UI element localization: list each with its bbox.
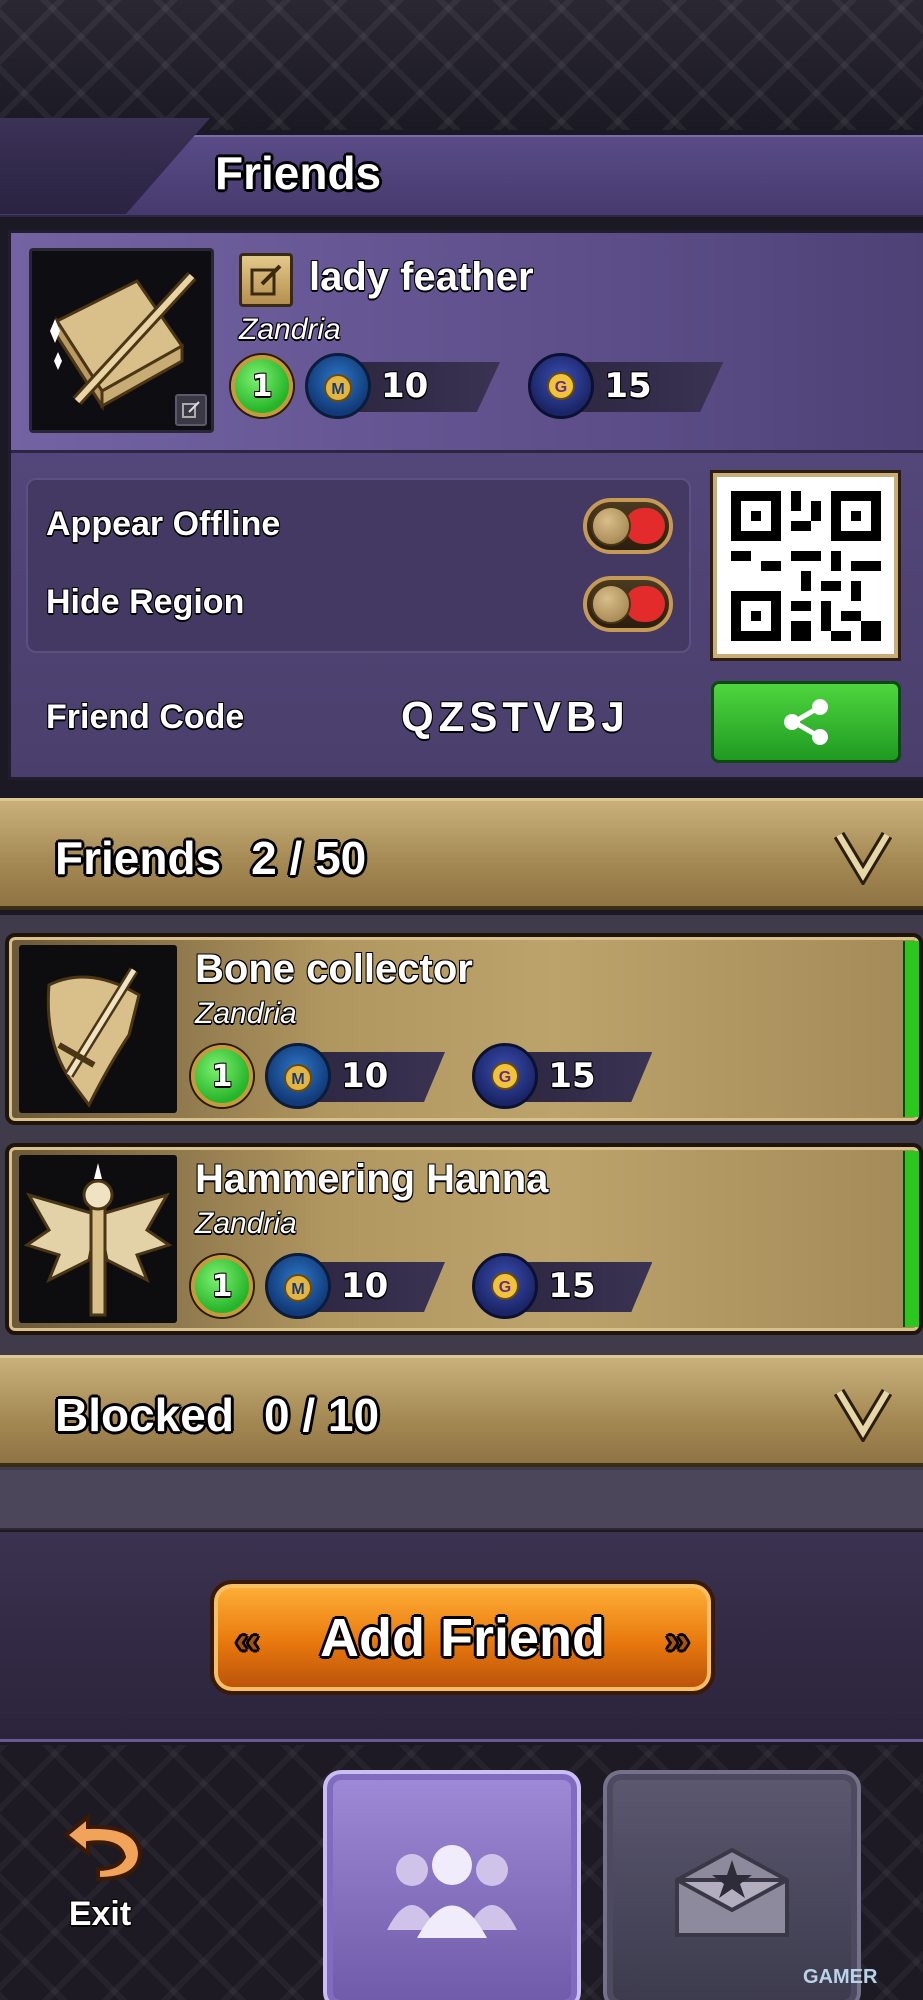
profile-avatar[interactable] — [29, 248, 214, 433]
medals-stat: M 10 — [265, 1253, 445, 1319]
friends-section-header[interactable]: Friends 2 / 50 — [0, 798, 923, 910]
right-arrow-decoration: ›› — [666, 1622, 689, 1660]
blocked-list-empty — [0, 1470, 923, 1530]
friend-region: Zandria — [195, 1207, 297, 1240]
medals-value: 10 — [381, 366, 429, 406]
medals-stat: M 10 — [305, 353, 500, 419]
svg-text:M: M — [291, 1071, 304, 1088]
coins-stat: G 15 — [528, 353, 724, 419]
coins-stat: G 15 — [472, 1253, 653, 1319]
friend-avatar — [19, 1155, 177, 1323]
share-icon — [784, 699, 828, 745]
tab-friends[interactable] — [323, 1770, 581, 2000]
medal-icon: M — [305, 353, 371, 419]
svg-text:M: M — [331, 381, 344, 398]
envelope-star-icon — [675, 1847, 789, 1937]
gamer-watermark: GAMER — [803, 1966, 878, 1988]
medals-stat: M 10 — [265, 1043, 445, 1109]
svg-text:G: G — [499, 1279, 511, 1296]
name-edit-icon[interactable] — [239, 253, 293, 307]
online-indicator — [903, 941, 919, 1117]
level-badge: 1 — [191, 1045, 253, 1107]
medal-icon: M — [265, 1253, 331, 1319]
top-decorative-band — [0, 0, 923, 130]
add-friend-button[interactable]: ‹‹ Add Friend ›› — [210, 1580, 715, 1695]
sword-scroll-icon — [46, 967, 141, 1108]
friends-count: 2 / 50 — [251, 832, 367, 884]
friend-code-value: QZSTVBJ — [401, 693, 630, 740]
back-arrow-icon — [62, 1812, 142, 1882]
add-friend-label: Add Friend — [320, 1607, 605, 1668]
friend-stats: 1 M 10 G 15 — [191, 1043, 653, 1109]
friend-name: Hammering Hanna — [195, 1157, 549, 1201]
privacy-settings: Appear Offline Hide Region — [26, 478, 691, 653]
page-title: Friends — [215, 147, 382, 199]
friends-group-icon — [387, 1845, 517, 1938]
gem-coin-icon: G — [472, 1253, 539, 1319]
medal-icon: M — [265, 1043, 331, 1109]
gem-coin-icon: G — [528, 353, 595, 419]
level-badge: 1 — [231, 355, 293, 417]
blocked-section-title: Blocked 0 / 10 — [55, 1389, 380, 1441]
coins-value: 15 — [548, 1056, 596, 1096]
friend-name: Bone collector — [195, 947, 473, 991]
coins-stat: G 15 — [472, 1043, 653, 1109]
friends-section-title: Friends 2 / 50 — [55, 832, 367, 884]
svg-text:G: G — [555, 379, 567, 396]
medals-value: 10 — [341, 1056, 389, 1096]
share-button[interactable] — [711, 681, 901, 763]
profile-panel: lady feather Zandria 1 M 10 G 15 Appear … — [8, 230, 923, 780]
friend-region: Zandria — [195, 997, 297, 1030]
qr-code-icon — [730, 490, 881, 641]
friend-card[interactable]: Hammering Hanna Zandria 1 M 10 G 15 — [5, 1143, 923, 1335]
friend-card[interactable]: Bone collector Zandria 1 M 10 G 15 — [5, 933, 923, 1125]
svg-text:G: G — [499, 1069, 511, 1086]
chevron-down-icon — [833, 831, 893, 885]
friend-stats: 1 M 10 G 15 — [191, 1253, 653, 1319]
svg-text:M: M — [291, 1281, 304, 1298]
appear-offline-toggle[interactable] — [583, 498, 673, 554]
profile-stats: 1 M 10 G 15 — [231, 353, 724, 419]
hide-region-label: Hide Region — [46, 583, 245, 621]
medals-value: 10 — [341, 1266, 389, 1306]
player-region: Zandria — [239, 313, 341, 346]
gem-coin-icon: G — [472, 1043, 539, 1109]
profile-row: lady feather Zandria 1 M 10 G 15 — [11, 233, 923, 453]
avatar-edit-icon[interactable] — [175, 394, 207, 426]
qr-code[interactable] — [713, 473, 898, 658]
winged-mace-icon — [23, 1163, 173, 1317]
appear-offline-label: Appear Offline — [46, 505, 281, 543]
coins-value: 15 — [548, 1266, 596, 1306]
left-arrow-decoration: ‹‹ — [236, 1622, 259, 1660]
exit-button[interactable]: Exit — [50, 1795, 150, 1935]
exit-label: Exit — [68, 1895, 132, 1933]
level-badge: 1 — [191, 1255, 253, 1317]
friend-code-label: Friend Code — [46, 698, 245, 736]
hide-region-toggle[interactable] — [583, 576, 673, 632]
friend-avatar — [19, 945, 177, 1113]
player-name: lady feather — [309, 255, 534, 299]
chevron-down-icon — [833, 1388, 893, 1442]
online-indicator — [903, 1151, 919, 1327]
blocked-section-header[interactable]: Blocked 0 / 10 — [0, 1355, 923, 1467]
coins-value: 15 — [604, 366, 652, 406]
blocked-count: 0 / 10 — [263, 1389, 380, 1441]
